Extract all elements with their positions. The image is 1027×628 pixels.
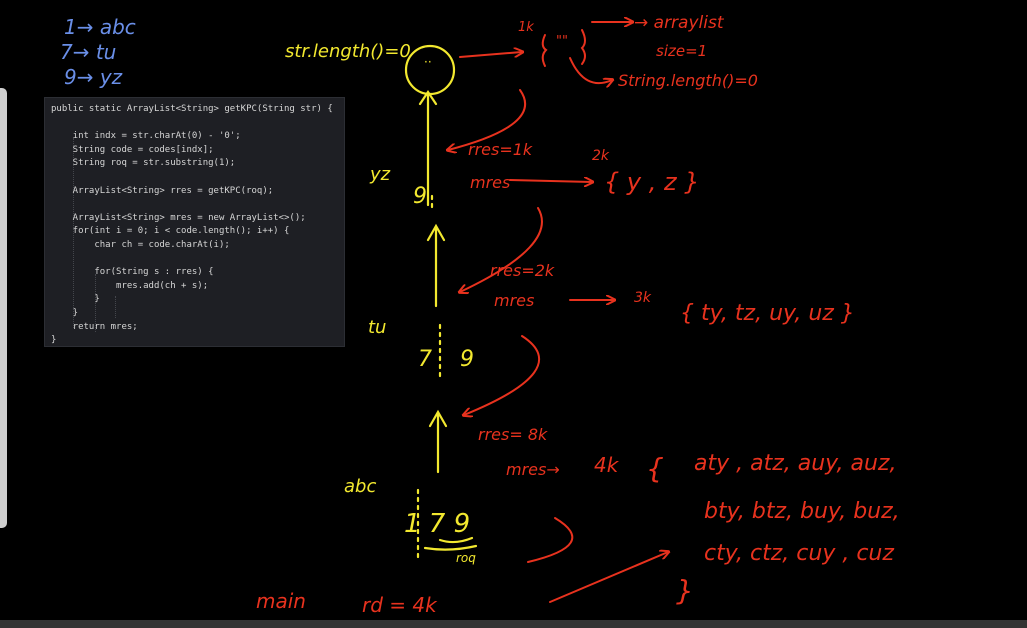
digit-7: 7 bbox=[418, 347, 432, 372]
circle-dots: ·· bbox=[424, 55, 432, 69]
digit-9: 9 bbox=[413, 184, 427, 209]
result-row-2: bty, btz, buy, buz, bbox=[704, 499, 900, 524]
label-tu: tu bbox=[368, 317, 386, 338]
label-strlen: String.length()=0 bbox=[618, 71, 758, 90]
mres-1: mres bbox=[470, 173, 510, 192]
arrow-rres-3 bbox=[464, 335, 541, 415]
mres-2: mres bbox=[494, 291, 534, 310]
label-2k: 2k bbox=[592, 148, 610, 164]
base-case-circle bbox=[404, 44, 456, 96]
result-row-1: aty , atz, auy, auz, bbox=[694, 451, 896, 476]
result-row-3: cty, ctz, cuy , cuz bbox=[704, 541, 894, 566]
set-yz: { y , z } bbox=[604, 168, 699, 196]
return-arrow-3 bbox=[428, 409, 448, 474]
label-abc: abc bbox=[344, 476, 376, 497]
label-yz: yz bbox=[369, 164, 391, 185]
label-rd-4k: rd = 4k bbox=[362, 593, 438, 617]
label-size1: size=1 bbox=[656, 42, 707, 60]
base-case-note: str.length()=0 bbox=[285, 41, 411, 62]
result-close-brace: } bbox=[676, 574, 694, 607]
label-1k: 1k bbox=[518, 20, 534, 35]
rres-1k: rres=1k bbox=[468, 140, 533, 159]
mapping-1: 1→ abc bbox=[64, 15, 136, 39]
digit-9: 9 bbox=[460, 347, 474, 372]
rres-2k: rres=2k bbox=[490, 261, 555, 280]
result-open-brace: { bbox=[646, 452, 664, 485]
arrow-mres-1 bbox=[509, 180, 592, 182]
return-arrow-2 bbox=[426, 223, 446, 308]
digits-179: 1 7 9 bbox=[404, 509, 470, 539]
bottom-scrollbar[interactable] bbox=[0, 620, 1027, 628]
arrow-strlen bbox=[569, 57, 612, 83]
label-main: main bbox=[256, 589, 306, 613]
rres-8k: rres= 8k bbox=[478, 425, 548, 444]
set-tu: { ty, tz, uy, uz } bbox=[680, 301, 855, 326]
label-arraylist: → arraylist bbox=[634, 13, 725, 33]
mapping-7: 7→ tu bbox=[60, 40, 116, 64]
label-roq: roq bbox=[456, 551, 476, 565]
whiteboard: 1→ abc 7→ tu 9→ yz str.length()=0 yz 9 t… bbox=[60, 13, 900, 617]
empty-string: "" bbox=[556, 34, 568, 49]
arrow-to-set bbox=[459, 52, 522, 58]
arrow-to-result bbox=[549, 552, 668, 603]
mres-3: mres→ bbox=[506, 460, 560, 479]
label-3k: 3k bbox=[634, 290, 652, 306]
mapping-9: 9→ yz bbox=[64, 65, 123, 89]
arrow-curve-4 bbox=[527, 517, 574, 563]
roq-underline-2 bbox=[423, 544, 478, 551]
label-4k: 4k bbox=[594, 453, 620, 477]
